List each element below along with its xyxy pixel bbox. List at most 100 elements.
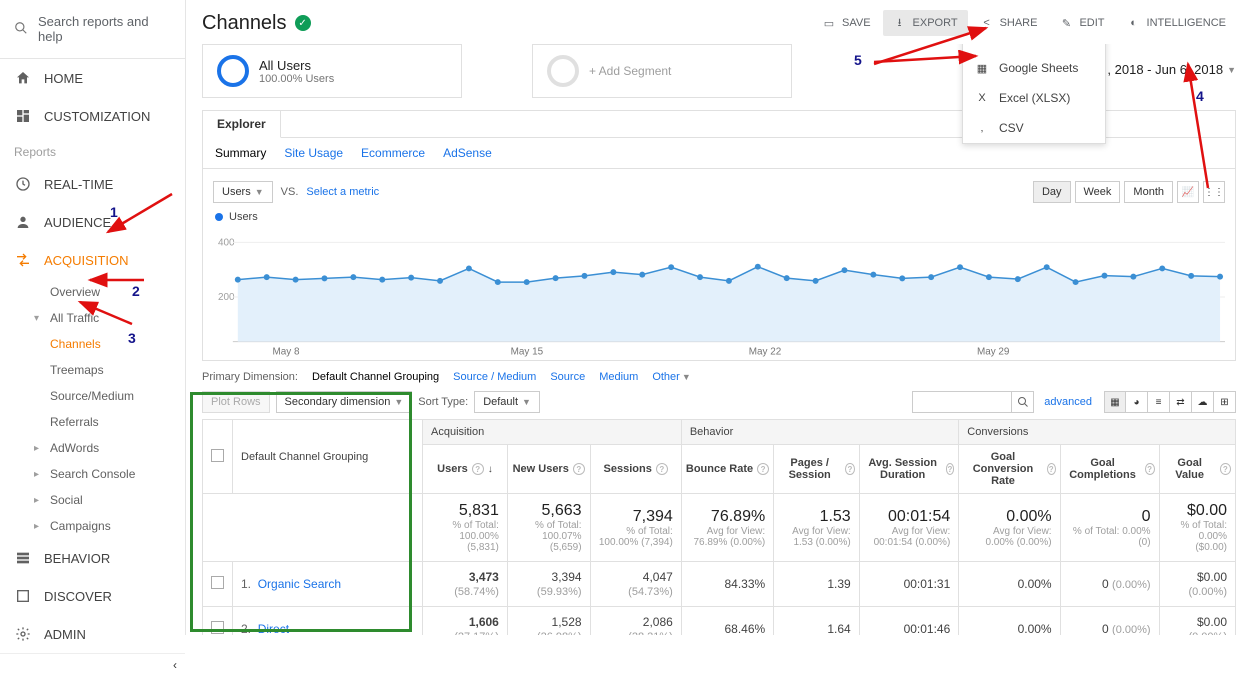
sidebar-search[interactable]: Search reports and help (0, 0, 185, 59)
col-sessions[interactable]: Sessions? (590, 445, 681, 494)
group-behavior: Behavior (681, 420, 958, 445)
plot-rows-button[interactable]: Plot Rows (202, 391, 270, 413)
table-search-go[interactable] (1012, 391, 1034, 413)
subtab-adsense[interactable]: AdSense (443, 146, 492, 160)
sub-source-medium[interactable]: Source/Medium (34, 383, 185, 409)
col-bounce[interactable]: Bounce Rate? (681, 445, 773, 494)
export-excel[interactable]: XExcel (XLSX) (963, 83, 1105, 113)
sort-type[interactable]: Default▼ (474, 391, 540, 413)
export-button[interactable]: ⭳EXPORT (883, 10, 968, 36)
row-checkbox[interactable] (211, 621, 224, 634)
chart-type-motion[interactable]: ⋮⋮ (1203, 181, 1225, 203)
excel-icon: X (975, 92, 989, 104)
view-pie-icon[interactable]: ◕ (1126, 391, 1148, 413)
annotation-num-5: 5 (854, 52, 862, 68)
advanced-link[interactable]: advanced (1044, 396, 1092, 408)
sidebar-item-realtime[interactable]: REAL-TIME (0, 165, 185, 203)
col-gc[interactable]: Goal Completions? (1060, 445, 1159, 494)
totals-row: 5,831% of Total: 100.00% (5,831) 5,663% … (203, 494, 1236, 562)
view-bar-icon[interactable]: ≡ (1148, 391, 1170, 413)
chart-type-line[interactable]: 📈 (1177, 181, 1199, 203)
clock-icon (14, 175, 32, 193)
pdf-icon: ⎙ (975, 44, 989, 45)
col-new-users[interactable]: New Users? (507, 445, 590, 494)
subtab-summary[interactable]: Summary (215, 146, 266, 160)
group-conversions: Conversions (959, 420, 1236, 445)
col-pps[interactable]: Pages / Session? (774, 445, 860, 494)
sub-overview[interactable]: Overview (34, 279, 185, 305)
sub-referrals[interactable]: Referrals (34, 409, 185, 435)
dim-source[interactable]: Source (550, 371, 585, 383)
select-metric-link[interactable]: Select a metric (306, 186, 379, 198)
sidebar-item-audience[interactable]: AUDIENCE (0, 203, 185, 241)
export-pdf[interactable]: ⎙PDF (963, 44, 1105, 53)
sub-search-console[interactable]: ▸Search Console (34, 461, 185, 487)
behavior-icon (14, 549, 32, 567)
col-gv[interactable]: Goal Value? (1159, 445, 1235, 494)
svg-text:May 29: May 29 (977, 347, 1010, 357)
export-icon: ⭳ (893, 16, 907, 30)
filter-row: Plot Rows Secondary dimension▼ Sort Type… (202, 389, 1236, 419)
sub-social[interactable]: ▸Social (34, 487, 185, 513)
sidebar-item-customization[interactable]: CUSTOMIZATION (0, 97, 185, 135)
acquisition-icon (14, 251, 32, 269)
reports-header: Reports (0, 135, 185, 165)
select-all-checkbox[interactable] (211, 449, 224, 462)
col-users[interactable]: Users?↓ (423, 445, 508, 494)
legend-dot-icon (215, 213, 223, 221)
sub-all-traffic[interactable]: ▾All Traffic (34, 305, 185, 331)
edit-icon: ✎ (1059, 16, 1073, 30)
view-pivot-icon[interactable]: ⊞ (1214, 391, 1236, 413)
export-sheets[interactable]: ▦Google Sheets (963, 53, 1105, 83)
page-title: Channels ✓ (202, 12, 311, 35)
sidebar-item-home[interactable]: HOME (0, 59, 185, 97)
verified-icon: ✓ (295, 15, 311, 31)
secondary-dimension[interactable]: Secondary dimension▼ (276, 391, 413, 413)
view-table-icon[interactable]: ▦ (1104, 391, 1126, 413)
export-menu: ⎙PDF ▦Google Sheets XExcel (XLSX) ‚CSV (962, 44, 1106, 144)
sidebar-item-behavior[interactable]: BEHAVIOR (0, 539, 185, 577)
donut-icon (217, 55, 249, 87)
toggle-day[interactable]: Day (1033, 181, 1071, 203)
share-button[interactable]: <SHARE (970, 10, 1048, 36)
table-search-input[interactable] (912, 391, 1012, 413)
sub-treemaps[interactable]: Treemaps (34, 357, 185, 383)
line-chart: 400 200 May 8 May 15 May 22 May 29 (213, 227, 1225, 357)
col-gcr[interactable]: Goal Conversion Rate? (959, 445, 1060, 494)
dim-source-medium[interactable]: Source / Medium (453, 371, 536, 383)
col-dimension[interactable]: Default Channel Grouping (233, 420, 423, 494)
sub-campaigns[interactable]: ▸Campaigns (34, 513, 185, 539)
row-channel-link[interactable]: Direct (258, 622, 289, 635)
toggle-month[interactable]: Month (1124, 181, 1173, 203)
sidebar-item-discover[interactable]: DISCOVER (0, 577, 185, 615)
home-icon (14, 69, 32, 87)
row-channel-link[interactable]: Organic Search (258, 577, 341, 591)
subtab-ecommerce[interactable]: Ecommerce (361, 146, 425, 160)
sidebar-collapse[interactable]: ‹ (0, 653, 185, 676)
view-cloud-icon[interactable]: ☁ (1192, 391, 1214, 413)
segment-all-users[interactable]: All Users 100.00% Users (202, 44, 462, 98)
tab-explorer[interactable]: Explorer (203, 111, 281, 138)
save-button[interactable]: ▭SAVE (812, 10, 881, 36)
dim-default[interactable]: Default Channel Grouping (312, 371, 439, 383)
add-segment[interactable]: + Add Segment (532, 44, 792, 98)
view-compare-icon[interactable]: ⇄ (1170, 391, 1192, 413)
export-csv[interactable]: ‚CSV (963, 113, 1105, 143)
edit-button[interactable]: ✎EDIT (1049, 10, 1114, 36)
sidebar-item-admin[interactable]: ADMIN (0, 615, 185, 653)
sub-channels[interactable]: Channels (34, 331, 185, 357)
row-checkbox[interactable] (211, 576, 224, 589)
sidebar-item-acquisition[interactable]: ACQUISITION (0, 241, 185, 279)
search-icon (14, 21, 28, 38)
discover-icon (14, 587, 32, 605)
subtab-site-usage[interactable]: Site Usage (284, 146, 343, 160)
sub-adwords[interactable]: ▸AdWords (34, 435, 185, 461)
col-duration[interactable]: Avg. Session Duration? (859, 445, 959, 494)
dim-other[interactable]: Other▼ (652, 371, 690, 383)
metric-selector[interactable]: Users▼ (213, 181, 273, 203)
toggle-week[interactable]: Week (1075, 181, 1121, 203)
intelligence-button[interactable]: ◐INTELLIGENCE (1117, 10, 1236, 36)
date-range-picker[interactable]: , 2018 - Jun 6, 2018▼ (1107, 62, 1236, 77)
sidebar: Search reports and help HOME CUSTOMIZATI… (0, 0, 186, 635)
dim-medium[interactable]: Medium (599, 371, 638, 383)
